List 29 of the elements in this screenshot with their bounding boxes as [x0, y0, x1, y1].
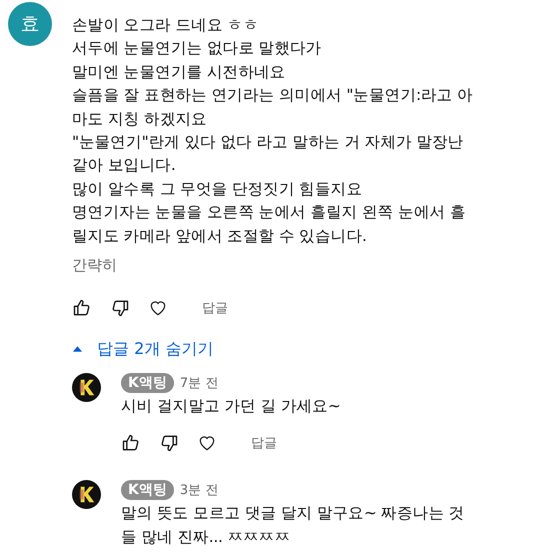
- comment-line: 같아 보입니다.: [72, 155, 176, 176]
- thumbs-up-icon[interactable]: [72, 298, 92, 318]
- comment-line: 서두에 눈물연기는 없다로 말했다가: [72, 38, 322, 60]
- author-chip[interactable]: K액팅: [121, 373, 174, 394]
- replies-toggle[interactable]: 답글 2개 숨기기: [72, 335, 214, 364]
- comment-line: 슬픔을 잘 표현하는 연기라는 의미에서 "눈물연기:라고 아: [72, 85, 474, 106]
- thumbs-up-icon[interactable]: [121, 433, 141, 454]
- comment-line: 많이 알수록 그 무엇을 단정짓기 힘들지요: [72, 178, 364, 200]
- avatar-icon: [72, 480, 101, 510]
- avatar-icon: [72, 373, 101, 402]
- comment-line: 말미엔 눈물연기를 시전하네요: [72, 62, 286, 83]
- comment-line: 손발이 오그라 드네요 ㅎㅎ: [72, 15, 260, 36]
- reply-line: 말의 뜻도 모르고 댓글 달지 말구요~ 짜증나는 것: [121, 503, 466, 524]
- caret-icon: [72, 345, 83, 354]
- collapse-link[interactable]: 간략히: [72, 254, 117, 276]
- reply-button[interactable]: 답글: [202, 299, 228, 318]
- reply-button[interactable]: 답글: [251, 434, 277, 452]
- reply-line: 들 많네 진짜... ㅉㅉㅉㅉ: [121, 526, 292, 548]
- reply-line: 시비 걸지말고 가던 길 가세요~: [121, 396, 342, 418]
- thumbs-down-icon[interactable]: [159, 433, 179, 454]
- comment-line: 마도 지칭 하겠지요: [72, 108, 208, 130]
- comment-line: "눈물연기"란게 있다 없다 라고 말하는 거 자체가 말장난: [72, 132, 464, 154]
- author-chip[interactable]: K액팅: [121, 480, 174, 500]
- thumbs-down-icon[interactable]: [110, 298, 130, 318]
- timestamp: 7분 전: [180, 375, 218, 392]
- timestamp: 3분 전: [180, 482, 218, 500]
- avatar: 효: [8, 2, 52, 46]
- comment-line: 명연기자는 눈물을 오른쪽 눈에서 흘릴지 왼쪽 눈에서 흘: [72, 202, 466, 224]
- comment-line: 릴지도 카메라 앞에서 조절할 수 있습니다.: [72, 226, 368, 247]
